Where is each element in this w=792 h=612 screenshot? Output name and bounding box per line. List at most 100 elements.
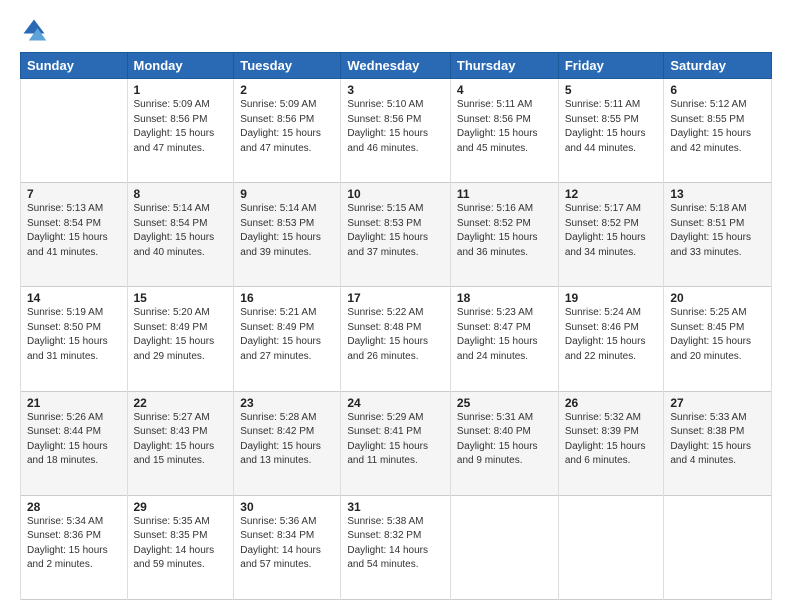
weekday-header: Saturday [664,53,772,79]
day-info: Sunrise: 5:35 AM Sunset: 8:35 PM Dayligh… [134,515,228,573]
day-number: 22 [134,396,228,410]
calendar-cell: 15Sunrise: 5:20 AM Sunset: 8:49 PM Dayli… [127,287,234,391]
day-number: 11 [457,187,552,201]
day-info: Sunrise: 5:14 AM Sunset: 8:53 PM Dayligh… [240,202,334,260]
calendar-cell: 30Sunrise: 5:36 AM Sunset: 8:34 PM Dayli… [234,495,341,599]
day-info: Sunrise: 5:33 AM Sunset: 8:38 PM Dayligh… [670,411,765,469]
day-info: Sunrise: 5:19 AM Sunset: 8:50 PM Dayligh… [27,306,121,364]
day-number: 12 [565,187,658,201]
day-info: Sunrise: 5:23 AM Sunset: 8:47 PM Dayligh… [457,306,552,364]
weekday-header: Tuesday [234,53,341,79]
day-info: Sunrise: 5:20 AM Sunset: 8:49 PM Dayligh… [134,306,228,364]
calendar-cell: 7Sunrise: 5:13 AM Sunset: 8:54 PM Daylig… [21,183,128,287]
logo-icon [20,16,48,44]
day-number: 6 [670,83,765,97]
day-info: Sunrise: 5:26 AM Sunset: 8:44 PM Dayligh… [27,411,121,469]
logo [20,16,52,44]
calendar-cell: 6Sunrise: 5:12 AM Sunset: 8:55 PM Daylig… [664,79,772,183]
day-info: Sunrise: 5:36 AM Sunset: 8:34 PM Dayligh… [240,515,334,573]
calendar-cell: 5Sunrise: 5:11 AM Sunset: 8:55 PM Daylig… [558,79,664,183]
calendar-body: 1Sunrise: 5:09 AM Sunset: 8:56 PM Daylig… [21,79,772,600]
calendar-cell: 9Sunrise: 5:14 AM Sunset: 8:53 PM Daylig… [234,183,341,287]
day-number: 16 [240,291,334,305]
calendar-cell: 17Sunrise: 5:22 AM Sunset: 8:48 PM Dayli… [341,287,451,391]
day-info: Sunrise: 5:14 AM Sunset: 8:54 PM Dayligh… [134,202,228,260]
weekday-header: Wednesday [341,53,451,79]
calendar-cell: 10Sunrise: 5:15 AM Sunset: 8:53 PM Dayli… [341,183,451,287]
calendar-header: SundayMondayTuesdayWednesdayThursdayFrid… [21,53,772,79]
day-info: Sunrise: 5:13 AM Sunset: 8:54 PM Dayligh… [27,202,121,260]
day-number: 29 [134,500,228,514]
calendar-cell: 2Sunrise: 5:09 AM Sunset: 8:56 PM Daylig… [234,79,341,183]
calendar-cell: 31Sunrise: 5:38 AM Sunset: 8:32 PM Dayli… [341,495,451,599]
day-number: 31 [347,500,444,514]
calendar-cell: 16Sunrise: 5:21 AM Sunset: 8:49 PM Dayli… [234,287,341,391]
day-number: 24 [347,396,444,410]
day-info: Sunrise: 5:12 AM Sunset: 8:55 PM Dayligh… [670,98,765,156]
day-number: 7 [27,187,121,201]
day-info: Sunrise: 5:34 AM Sunset: 8:36 PM Dayligh… [27,515,121,573]
calendar-cell: 20Sunrise: 5:25 AM Sunset: 8:45 PM Dayli… [664,287,772,391]
day-number: 3 [347,83,444,97]
calendar: SundayMondayTuesdayWednesdayThursdayFrid… [20,52,772,600]
day-number: 2 [240,83,334,97]
calendar-table: SundayMondayTuesdayWednesdayThursdayFrid… [20,52,772,600]
calendar-cell [558,495,664,599]
day-info: Sunrise: 5:22 AM Sunset: 8:48 PM Dayligh… [347,306,444,364]
calendar-cell [21,79,128,183]
calendar-cell: 3Sunrise: 5:10 AM Sunset: 8:56 PM Daylig… [341,79,451,183]
day-number: 8 [134,187,228,201]
calendar-cell: 19Sunrise: 5:24 AM Sunset: 8:46 PM Dayli… [558,287,664,391]
calendar-cell: 13Sunrise: 5:18 AM Sunset: 8:51 PM Dayli… [664,183,772,287]
day-number: 25 [457,396,552,410]
weekday-header: Sunday [21,53,128,79]
day-info: Sunrise: 5:11 AM Sunset: 8:56 PM Dayligh… [457,98,552,156]
day-info: Sunrise: 5:10 AM Sunset: 8:56 PM Dayligh… [347,98,444,156]
calendar-week-row: 1Sunrise: 5:09 AM Sunset: 8:56 PM Daylig… [21,79,772,183]
day-info: Sunrise: 5:17 AM Sunset: 8:52 PM Dayligh… [565,202,658,260]
calendar-cell: 24Sunrise: 5:29 AM Sunset: 8:41 PM Dayli… [341,391,451,495]
day-number: 10 [347,187,444,201]
day-number: 21 [27,396,121,410]
calendar-cell [450,495,558,599]
day-number: 1 [134,83,228,97]
day-number: 19 [565,291,658,305]
day-number: 26 [565,396,658,410]
day-number: 13 [670,187,765,201]
day-number: 9 [240,187,334,201]
day-info: Sunrise: 5:25 AM Sunset: 8:45 PM Dayligh… [670,306,765,364]
weekday-header: Thursday [450,53,558,79]
day-info: Sunrise: 5:18 AM Sunset: 8:51 PM Dayligh… [670,202,765,260]
day-info: Sunrise: 5:32 AM Sunset: 8:39 PM Dayligh… [565,411,658,469]
day-info: Sunrise: 5:11 AM Sunset: 8:55 PM Dayligh… [565,98,658,156]
day-number: 15 [134,291,228,305]
calendar-week-row: 14Sunrise: 5:19 AM Sunset: 8:50 PM Dayli… [21,287,772,391]
calendar-cell: 4Sunrise: 5:11 AM Sunset: 8:56 PM Daylig… [450,79,558,183]
day-number: 23 [240,396,334,410]
calendar-cell: 28Sunrise: 5:34 AM Sunset: 8:36 PM Dayli… [21,495,128,599]
calendar-cell: 27Sunrise: 5:33 AM Sunset: 8:38 PM Dayli… [664,391,772,495]
calendar-week-row: 7Sunrise: 5:13 AM Sunset: 8:54 PM Daylig… [21,183,772,287]
calendar-cell [664,495,772,599]
day-number: 20 [670,291,765,305]
calendar-page: SundayMondayTuesdayWednesdayThursdayFrid… [0,0,792,612]
weekday-header: Monday [127,53,234,79]
day-number: 14 [27,291,121,305]
day-info: Sunrise: 5:15 AM Sunset: 8:53 PM Dayligh… [347,202,444,260]
calendar-cell: 21Sunrise: 5:26 AM Sunset: 8:44 PM Dayli… [21,391,128,495]
day-info: Sunrise: 5:09 AM Sunset: 8:56 PM Dayligh… [240,98,334,156]
calendar-cell: 22Sunrise: 5:27 AM Sunset: 8:43 PM Dayli… [127,391,234,495]
calendar-week-row: 28Sunrise: 5:34 AM Sunset: 8:36 PM Dayli… [21,495,772,599]
day-info: Sunrise: 5:24 AM Sunset: 8:46 PM Dayligh… [565,306,658,364]
day-info: Sunrise: 5:16 AM Sunset: 8:52 PM Dayligh… [457,202,552,260]
day-info: Sunrise: 5:29 AM Sunset: 8:41 PM Dayligh… [347,411,444,469]
day-info: Sunrise: 5:09 AM Sunset: 8:56 PM Dayligh… [134,98,228,156]
calendar-cell: 25Sunrise: 5:31 AM Sunset: 8:40 PM Dayli… [450,391,558,495]
calendar-cell: 11Sunrise: 5:16 AM Sunset: 8:52 PM Dayli… [450,183,558,287]
day-info: Sunrise: 5:38 AM Sunset: 8:32 PM Dayligh… [347,515,444,573]
day-number: 27 [670,396,765,410]
day-number: 30 [240,500,334,514]
calendar-week-row: 21Sunrise: 5:26 AM Sunset: 8:44 PM Dayli… [21,391,772,495]
day-info: Sunrise: 5:31 AM Sunset: 8:40 PM Dayligh… [457,411,552,469]
calendar-cell: 23Sunrise: 5:28 AM Sunset: 8:42 PM Dayli… [234,391,341,495]
